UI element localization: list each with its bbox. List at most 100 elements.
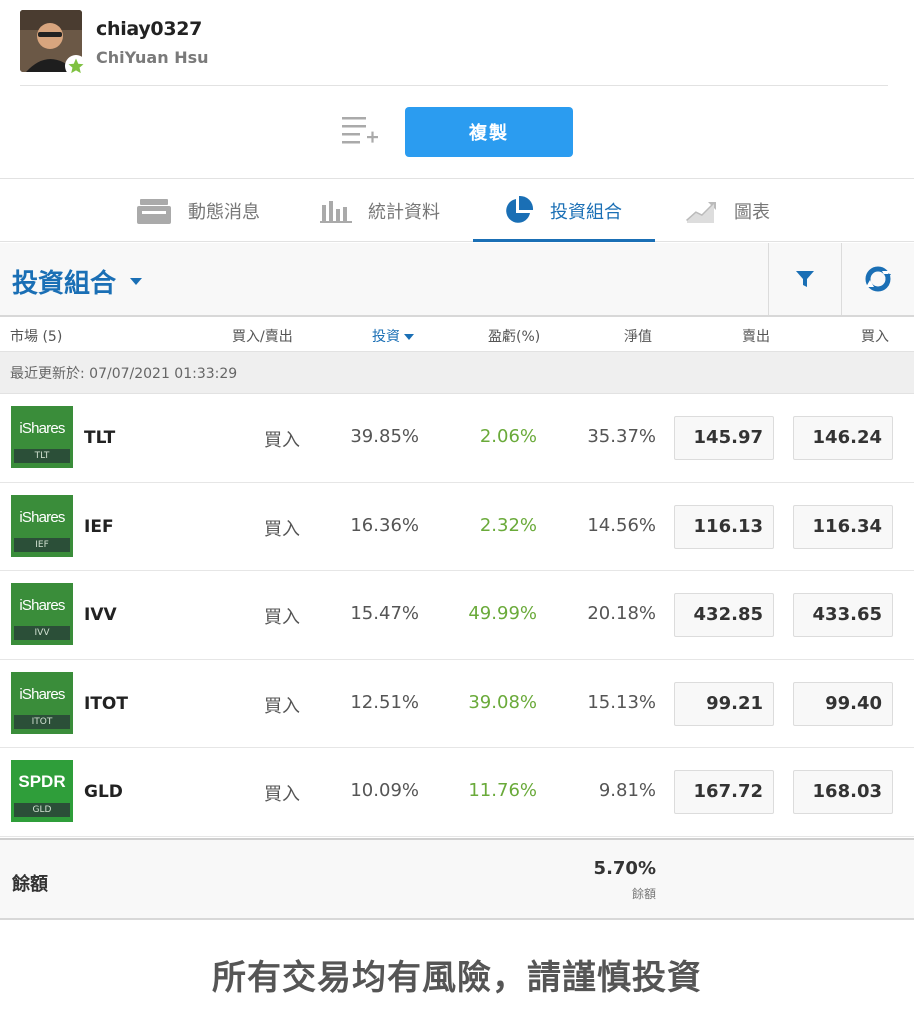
portfolio-title-dropdown[interactable]: 投資組合 xyxy=(12,263,143,300)
net-value: 20.18% xyxy=(587,603,656,624)
tab-label: 動態消息 xyxy=(188,201,260,223)
profit-loss: 2.06% xyxy=(479,426,537,447)
buy-price-button[interactable]: 146.24 xyxy=(793,416,893,460)
balance-value: 5.70% xyxy=(593,858,656,879)
add-to-watchlist-icon[interactable] xyxy=(340,114,380,144)
portfolio-title-bar: 投資組合 xyxy=(0,243,914,317)
logo-ticker: IEF xyxy=(14,537,70,552)
chevron-down-icon xyxy=(130,278,143,285)
active-tab-indicator xyxy=(473,239,655,242)
col-sell[interactable]: 賣出 xyxy=(742,326,770,346)
ishares-logo: iShares IVV xyxy=(11,583,73,645)
sell-price-button[interactable]: 99.21 xyxy=(674,681,774,726)
tab-chart[interactable]: 圖表 xyxy=(686,179,770,242)
newsfeed-icon xyxy=(136,197,172,225)
ishares-logo: iShares TLT xyxy=(11,406,73,468)
logo-brand: iShares xyxy=(19,420,65,437)
net-value: 9.81% xyxy=(598,780,656,801)
sort-down-icon xyxy=(404,334,414,340)
balance-label: 餘額 xyxy=(12,874,48,895)
profit-loss: 39.08% xyxy=(468,691,537,713)
invested: 39.85% xyxy=(350,426,419,447)
logo-brand: iShares xyxy=(19,597,65,614)
star-badge-icon xyxy=(65,55,87,77)
invested: 15.47% xyxy=(350,603,419,624)
col-invested-label: 投資 xyxy=(372,329,400,345)
tab-label: 投資組合 xyxy=(550,201,622,223)
ishares-logo: iShares IEF xyxy=(11,494,73,557)
real-name: ChiYuan Hsu xyxy=(96,48,209,67)
buy-price-button[interactable]: 99.40 xyxy=(793,681,893,726)
logo-ticker: TLT xyxy=(14,449,70,463)
holdings-list: iShares TLT TLT 買入 39.85% 2.06% 35.37% 1… xyxy=(0,394,914,837)
buy-price-button[interactable]: 168.03 xyxy=(793,770,893,814)
side: 買入 xyxy=(264,784,300,805)
tab-stats[interactable]: 統計資料 xyxy=(320,179,440,242)
sell-price-button[interactable]: 432.85 xyxy=(674,593,774,637)
table-row[interactable]: iShares IVV IVV 買入 15.47% 49.99% 20.18% … xyxy=(0,571,914,660)
sell-price-button[interactable]: 167.72 xyxy=(674,770,774,814)
tab-portfolio[interactable]: 投資組合 xyxy=(502,179,622,242)
copy-button[interactable]: 複製 xyxy=(405,107,573,157)
col-buy[interactable]: 買入 xyxy=(861,326,889,346)
invested: 10.09% xyxy=(350,780,419,801)
sell-price-button[interactable]: 116.13 xyxy=(674,504,774,549)
logo-ticker: IVV xyxy=(14,626,70,640)
net-value: 14.56% xyxy=(587,514,656,536)
profile-header: chiay0327 ChiYuan Hsu xyxy=(20,10,888,86)
balance-row: 餘額 5.70% 餘額 xyxy=(0,838,914,920)
action-row: 複製 xyxy=(0,100,914,162)
invested: 16.36% xyxy=(350,514,419,536)
profit-loss: 11.76% xyxy=(468,780,537,801)
symbol[interactable]: ITOT xyxy=(84,694,128,714)
risk-disclaimer: 所有交易均有風險，請謹慎投資 xyxy=(212,958,702,998)
sell-price-button[interactable]: 145.97 xyxy=(674,416,774,460)
table-row[interactable]: SPDR GLD GLD 買入 10.09% 11.76% 9.81% 167.… xyxy=(0,748,914,837)
refresh-icon xyxy=(865,266,891,292)
tab-label: 統計資料 xyxy=(368,201,440,223)
symbol[interactable]: IVV xyxy=(84,605,117,625)
side: 買入 xyxy=(264,607,300,628)
col-value[interactable]: 淨值 xyxy=(624,326,652,346)
filter-button[interactable] xyxy=(768,243,841,315)
buy-price-button[interactable]: 433.65 xyxy=(793,593,893,637)
portfolio-title: 投資組合 xyxy=(12,269,117,299)
ishares-logo: iShares ITOT xyxy=(11,671,73,734)
tab-label: 圖表 xyxy=(734,201,770,223)
col-market[interactable]: 市場 (5) xyxy=(10,326,62,346)
tab-bar: 動態消息 統計資料 投資組合 圖表 xyxy=(0,178,914,242)
col-pl[interactable]: 盈虧(%) xyxy=(488,326,540,346)
col-invested[interactable]: 投資 xyxy=(372,326,414,346)
logo-brand: iShares xyxy=(19,508,65,526)
last-updated-bar: 最近更新於: 07/07/2021 01:33:29 xyxy=(0,352,914,394)
tab-newsfeed[interactable]: 動態消息 xyxy=(136,179,260,242)
table-header: 市場 (5) 買入/賣出 投資 盈虧(%) 淨值 賣出 買入 xyxy=(0,318,914,352)
buy-price-button[interactable]: 116.34 xyxy=(793,504,893,549)
col-buy-sell[interactable]: 買入/賣出 xyxy=(232,326,293,346)
profit-loss: 2.32% xyxy=(479,514,537,536)
side: 買入 xyxy=(264,695,300,717)
net-value: 15.13% xyxy=(587,691,656,713)
profit-loss: 49.99% xyxy=(468,603,537,624)
side: 買入 xyxy=(264,430,300,451)
stats-icon xyxy=(320,199,352,223)
logo-brand: iShares xyxy=(19,685,65,703)
table-row[interactable]: iShares IEF IEF 買入 16.36% 2.32% 14.56% 1… xyxy=(0,482,914,571)
symbol[interactable]: GLD xyxy=(84,782,123,802)
balance-sub-label: 餘額 xyxy=(631,887,656,901)
net-value: 35.37% xyxy=(587,426,656,447)
logo-ticker: ITOT xyxy=(14,714,70,729)
chart-icon xyxy=(686,199,718,223)
spdr-logo: SPDR GLD xyxy=(11,760,73,822)
side: 買入 xyxy=(264,518,300,540)
filter-icon xyxy=(796,271,814,287)
invested: 12.51% xyxy=(350,691,419,713)
table-row[interactable]: iShares ITOT ITOT 買入 12.51% 39.08% 15.13… xyxy=(0,659,914,748)
logo-brand: SPDR xyxy=(18,772,66,791)
username[interactable]: chiay0327 xyxy=(96,18,202,40)
table-row[interactable]: iShares TLT TLT 買入 39.85% 2.06% 35.37% 1… xyxy=(0,394,914,483)
symbol[interactable]: TLT xyxy=(84,428,115,448)
symbol[interactable]: IEF xyxy=(84,517,114,537)
logo-ticker: GLD xyxy=(14,803,70,817)
refresh-button[interactable] xyxy=(841,243,914,315)
